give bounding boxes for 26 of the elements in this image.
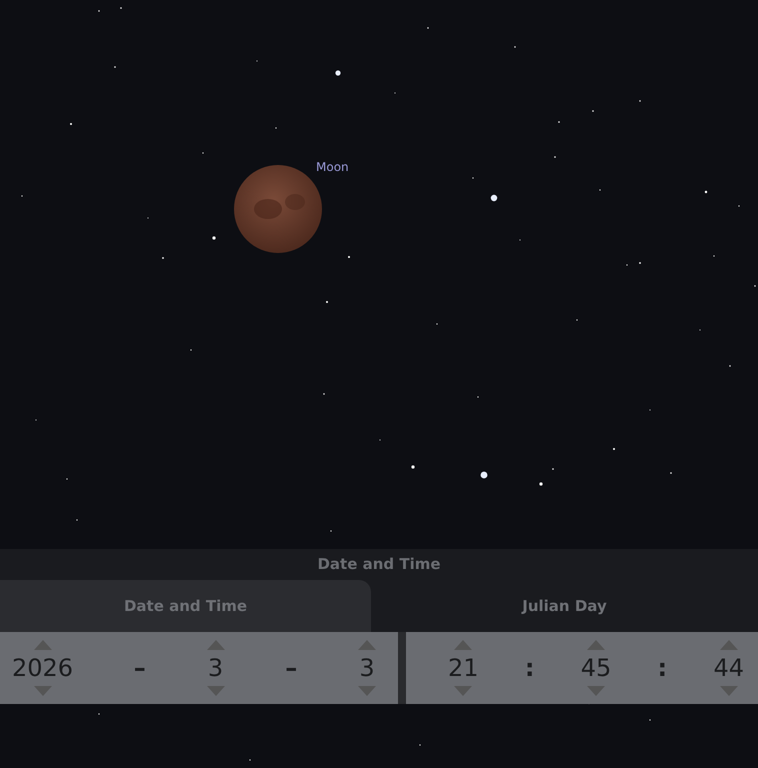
down-arrow-icon[interactable] [358, 686, 376, 696]
tab[interactable]: Julian Day [371, 580, 758, 632]
up-arrow-icon[interactable] [720, 640, 738, 650]
up-arrow-icon[interactable] [586, 640, 605, 650]
down-arrow-icon[interactable] [34, 686, 52, 696]
dialog-title: Date and Time [316, 554, 442, 575]
separator: : [658, 654, 668, 682]
spinner-value[interactable]: 2026 [12, 654, 74, 682]
separator: – [285, 654, 298, 682]
separator: – [134, 654, 146, 682]
spinner-value[interactable]: 21 [448, 654, 479, 682]
down-arrow-icon[interactable] [454, 686, 472, 696]
down-arrow-icon[interactable] [586, 686, 605, 696]
down-arrow-icon[interactable] [206, 686, 225, 696]
spinner-value[interactable]: 3 [359, 654, 375, 682]
up-arrow-icon[interactable] [34, 640, 52, 650]
up-arrow-icon[interactable] [358, 640, 376, 650]
up-arrow-icon[interactable] [206, 640, 225, 650]
tab[interactable]: Date and Time [0, 580, 371, 632]
down-arrow-icon[interactable] [720, 686, 738, 696]
separator: : [524, 654, 534, 682]
spinner-value[interactable]: 45 [580, 654, 612, 682]
spinner-value[interactable]: 3 [208, 654, 224, 682]
moon-label: Moon [316, 160, 349, 174]
up-arrow-icon[interactable] [454, 640, 472, 650]
spinner-value[interactable]: 44 [713, 654, 744, 682]
